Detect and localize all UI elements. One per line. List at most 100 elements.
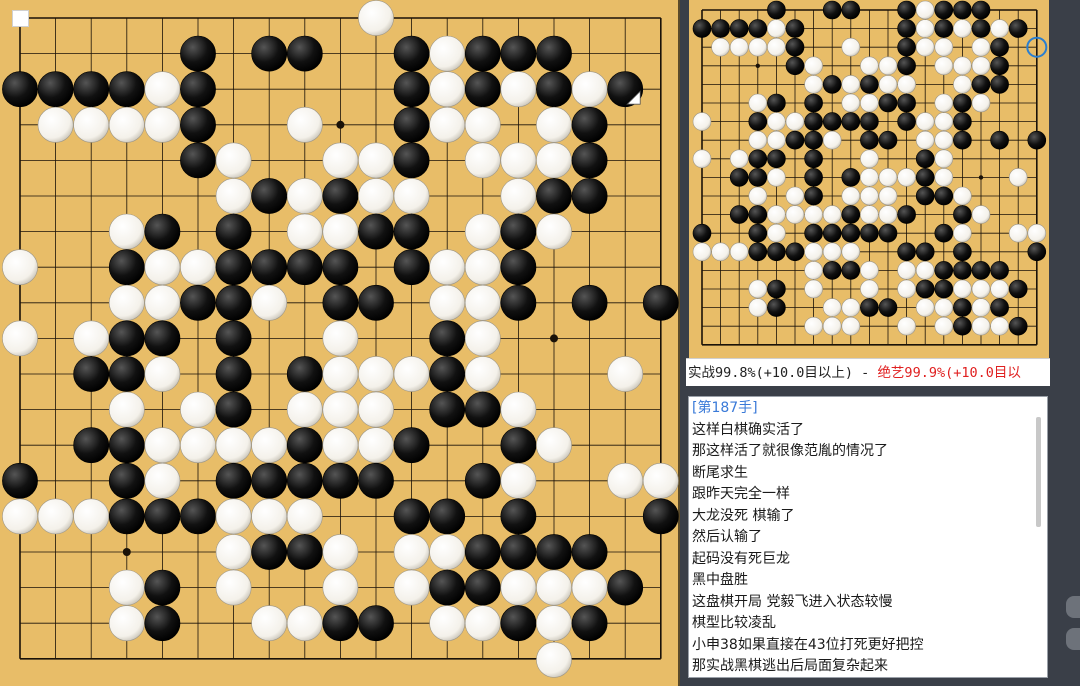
black-stone xyxy=(571,605,608,642)
commentary-scrollbar[interactable] xyxy=(1036,417,1041,527)
black-stone xyxy=(860,223,879,243)
side-tab-button-1[interactable] xyxy=(1066,596,1080,618)
white-stone xyxy=(429,35,466,72)
white-stone xyxy=(108,284,145,321)
white-stone xyxy=(897,261,916,280)
white-stone xyxy=(464,320,501,357)
white-stone xyxy=(144,427,181,464)
white-stone xyxy=(180,427,216,464)
white-stone xyxy=(429,284,466,321)
commentary-line: 这样白棋确实活了 xyxy=(692,421,804,438)
black-stone xyxy=(108,320,145,357)
black-stone xyxy=(804,112,823,131)
main-board-canvas[interactable] xyxy=(0,0,680,686)
white-stone xyxy=(500,569,537,606)
black-stone xyxy=(1027,130,1047,150)
white-stone xyxy=(607,356,644,392)
white-stone xyxy=(692,242,712,262)
white-stone xyxy=(953,19,972,38)
white-stone xyxy=(804,205,823,224)
square-icon[interactable] xyxy=(12,10,29,27)
white-stone xyxy=(767,223,786,243)
white-stone xyxy=(915,0,935,20)
black-stone xyxy=(642,498,679,535)
move-number-label: [第187手] xyxy=(692,400,758,416)
main-go-board[interactable] xyxy=(0,0,680,686)
white-stone xyxy=(286,178,323,214)
white-stone xyxy=(934,93,954,113)
black-stone xyxy=(860,112,879,131)
black-stone xyxy=(180,142,216,179)
black-stone xyxy=(822,112,842,131)
white-stone xyxy=(841,186,861,206)
black-stone xyxy=(108,356,145,392)
black-stone xyxy=(915,168,935,187)
black-stone xyxy=(860,130,879,150)
white-stone xyxy=(144,249,181,286)
black-stone xyxy=(393,142,430,179)
white-stone xyxy=(464,213,501,250)
white-stone xyxy=(841,242,861,262)
white-stone xyxy=(393,569,430,606)
black-stone xyxy=(953,205,972,224)
white-stone xyxy=(37,106,74,143)
black-stone xyxy=(393,427,430,464)
white-stone xyxy=(500,178,537,214)
black-stone xyxy=(897,0,916,20)
black-stone xyxy=(841,223,861,243)
black-stone xyxy=(822,223,842,243)
white-stone xyxy=(767,19,786,38)
white-stone xyxy=(897,75,916,94)
black-stone xyxy=(767,298,786,317)
white-stone xyxy=(878,186,898,206)
star-point xyxy=(755,63,760,68)
white-stone xyxy=(358,0,394,36)
overview-board-canvas[interactable] xyxy=(689,0,1049,358)
white-stone xyxy=(429,534,466,570)
white-stone xyxy=(215,569,252,606)
black-stone xyxy=(990,261,1009,280)
black-stone xyxy=(804,186,823,206)
black-stone xyxy=(251,35,288,72)
white-stone xyxy=(144,71,181,108)
black-stone xyxy=(286,35,323,72)
star-point xyxy=(122,548,131,556)
black-stone xyxy=(429,320,466,357)
commentary-panel[interactable]: [第187手] 这样白棋确实活了 那这样活了就很像范胤的情况了 断尾求生 跟昨天完全一… xyxy=(688,396,1048,678)
black-stone xyxy=(500,605,537,642)
white-stone xyxy=(393,178,430,214)
white-stone xyxy=(322,569,359,606)
black-stone xyxy=(804,223,823,243)
white-stone xyxy=(971,205,991,224)
white-stone xyxy=(322,142,359,179)
white-stone xyxy=(144,106,181,143)
white-stone xyxy=(748,186,768,206)
black-stone xyxy=(934,279,954,299)
black-stone xyxy=(971,75,991,94)
white-stone xyxy=(251,498,288,535)
commentary-line: 起码没有死巨龙 xyxy=(692,550,790,567)
black-stone xyxy=(108,249,145,286)
black-stone xyxy=(500,534,537,570)
white-stone xyxy=(286,498,323,535)
white-stone xyxy=(180,391,216,428)
white-stone xyxy=(878,56,898,76)
white-stone xyxy=(215,498,252,535)
black-stone xyxy=(215,249,252,286)
black-stone xyxy=(841,0,861,20)
white-stone xyxy=(822,316,842,336)
white-stone xyxy=(953,56,972,76)
white-stone xyxy=(860,168,879,187)
side-tab-button-2[interactable] xyxy=(1066,628,1080,650)
overview-go-board[interactable] xyxy=(689,0,1049,358)
white-stone xyxy=(358,142,394,179)
white-stone xyxy=(729,37,749,57)
white-stone xyxy=(536,427,572,464)
white-stone xyxy=(464,142,501,179)
black-stone xyxy=(990,130,1009,150)
black-stone xyxy=(429,569,466,606)
black-stone xyxy=(729,19,749,38)
black-stone xyxy=(785,56,805,76)
black-stone xyxy=(971,19,991,38)
white-stone xyxy=(500,142,537,179)
